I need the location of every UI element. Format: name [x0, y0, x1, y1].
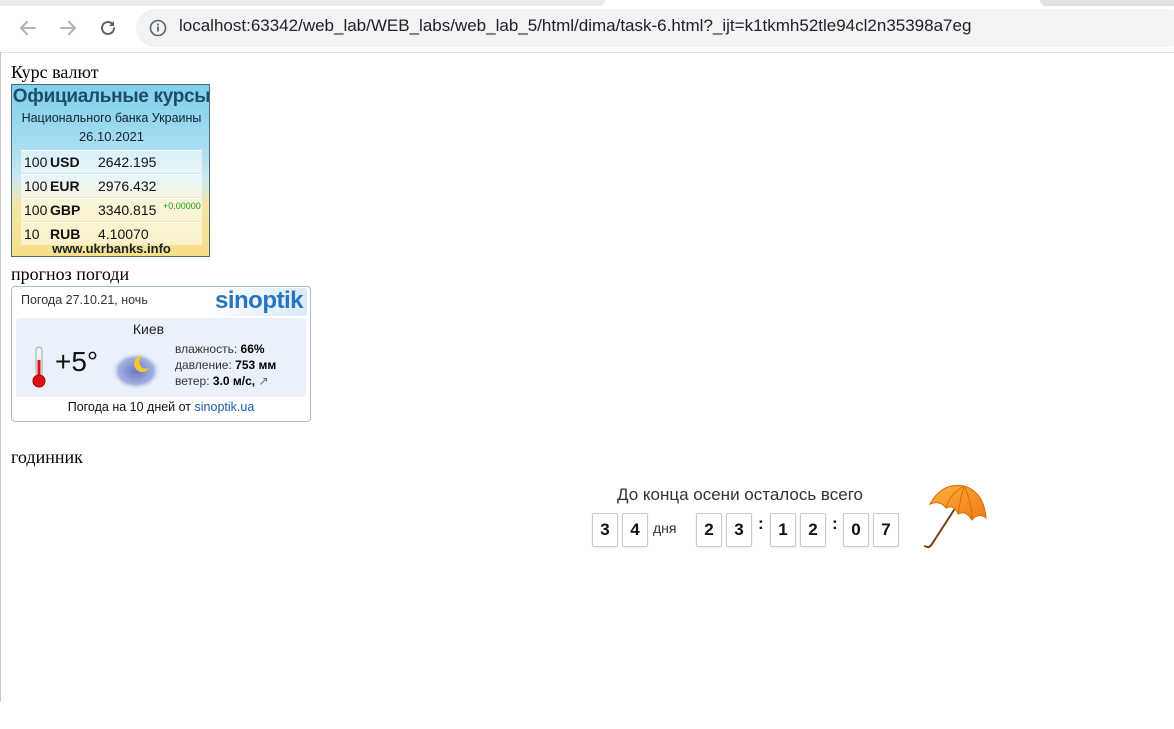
currency-code: GBP — [50, 202, 81, 218]
countdown-digit-seconds: 7 — [873, 513, 899, 547]
info-circle-icon[interactable] — [149, 19, 167, 37]
currency-code: USD — [50, 154, 80, 170]
pressure-line: давление: 753 мм — [175, 357, 276, 373]
sinoptik-logo[interactable]: sinoptik — [207, 287, 307, 316]
clock-section-label: годинник — [11, 447, 83, 467]
currency-widget-subtitle: Национального банка Украины — [21, 111, 202, 125]
countdown-days-label: дня — [653, 520, 677, 536]
humidity-label: влажность: — [175, 342, 238, 356]
currency-row-eur: 100 EUR 2976.432 — [21, 174, 202, 197]
forward-button[interactable] — [54, 14, 82, 42]
inactive-tab[interactable] — [0, 0, 605, 6]
currency-widget-date: 26.10.2021 — [78, 129, 145, 144]
countdown-separator: : — [758, 514, 764, 533]
weather-temperature: +5° — [55, 346, 99, 377]
currency-rate: 3340.815 — [98, 202, 157, 218]
humidity-line: влажность: 66% — [175, 341, 276, 357]
umbrella-icon — [924, 484, 987, 549]
currency-amount: 100 — [24, 202, 48, 218]
countdown-digit-days: 3 — [592, 513, 618, 547]
currency-amount: 100 — [24, 178, 48, 194]
weather-section-label: прогноз погоди — [11, 264, 130, 284]
humidity-value: 66% — [240, 342, 265, 356]
page-left-border — [0, 52, 1, 702]
currency-code: EUR — [50, 178, 80, 194]
currency-rate: 2976.432 — [98, 178, 157, 194]
weather-city: Киев — [132, 321, 165, 337]
thermometer-icon — [32, 346, 46, 388]
currency-amount: 10 — [24, 226, 40, 242]
currency-rate: 4.10070 — [98, 226, 149, 242]
weather-widget[interactable]: Погода 27.10.21, ночь sinoptik Киев +5° … — [11, 286, 311, 422]
countdown-separator: : — [832, 514, 838, 533]
countdown-digit-seconds: 0 — [843, 513, 869, 547]
currency-widget-title: Официальные курсы — [12, 86, 210, 107]
weather-footer: Погода на 10 дней от sinoptik.ua — [12, 400, 310, 414]
currency-row-usd: 100 USD 2642.195 — [21, 150, 202, 173]
arrow-right-icon — [60, 21, 76, 35]
currency-code: RUB — [50, 226, 81, 242]
currency-section-label: Курс валют — [11, 62, 99, 82]
currency-amount: 100 — [24, 154, 48, 170]
currency-rate: 2642.195 — [98, 154, 157, 170]
wind-label: ветер: — [175, 374, 210, 388]
countdown-title: До конца осени осталось всего — [617, 485, 864, 504]
arrow-left-icon — [20, 21, 36, 35]
weather-panel: Киев +5° влажность: 66% давление: 753 мм… — [16, 318, 306, 397]
tab-strip — [0, 0, 1174, 6]
currency-widget[interactable]: Официальные курсы Национального банка Ук… — [11, 84, 210, 257]
reload-icon — [101, 20, 115, 35]
inactive-tab[interactable] — [1040, 0, 1174, 6]
wind-value: 3.0 м/с, — [212, 374, 256, 388]
weather-details: влажность: 66% давление: 753 мм ветер: 3… — [175, 341, 276, 389]
countdown-digit-hours: 3 — [726, 513, 752, 547]
currency-change: +0.00000 — [163, 201, 201, 211]
moon-cloud-icon — [111, 352, 161, 390]
wind-line: ветер: 3.0 м/с, ↗ — [175, 373, 276, 389]
pressure-label: давление: — [175, 358, 232, 372]
weather-header: Погода 27.10.21, ночь — [21, 293, 148, 307]
pressure-value: 753 мм — [235, 358, 277, 372]
countdown-digit-minutes: 2 — [800, 513, 826, 547]
countdown-digit-hours: 2 — [696, 513, 722, 547]
sinoptik-link[interactable]: sinoptik.ua — [195, 400, 255, 414]
countdown-digit-days: 4 — [622, 513, 648, 547]
back-button[interactable] — [14, 14, 42, 42]
url-text[interactable]: localhost:63342/web_lab/WEB_labs/web_lab… — [179, 16, 971, 36]
wind-direction-icon: ↗ — [258, 374, 269, 388]
reload-button[interactable] — [94, 14, 122, 42]
countdown-digit-minutes: 1 — [770, 513, 796, 547]
browser-toolbar: localhost:63342/web_lab/WEB_labs/web_lab… — [0, 0, 1174, 53]
currency-widget-footer: www.ukrbanks.info — [52, 241, 171, 256]
sinoptik-logo-text: sinoptik — [214, 287, 304, 314]
currency-row-gbp: 100 GBP 3340.815 +0.00000 — [21, 198, 202, 221]
weather-footer-text: Погода на 10 дней от — [67, 400, 192, 414]
